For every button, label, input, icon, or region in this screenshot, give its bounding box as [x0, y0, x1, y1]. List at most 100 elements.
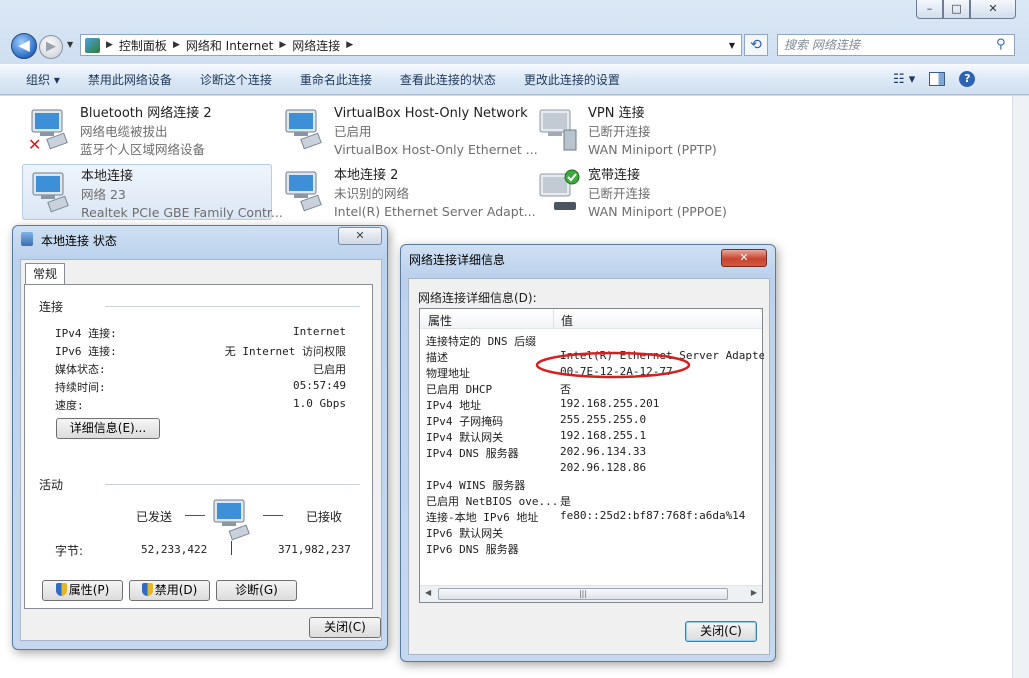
network-connection-details-dialog: 网络连接详细信息 ✕ 网络连接详细信息(D): 属性 值 连接特定的 DNS 后… — [400, 244, 776, 662]
section-activity-label: 活动 — [39, 478, 64, 492]
column-header-property[interactable]: 属性 — [428, 312, 452, 329]
media-state-value: 已启用 — [313, 363, 346, 376]
connection-broadband[interactable]: 宽带连接 已断开连接 WAN Miniport (PPPOE) — [530, 164, 780, 220]
diagnose-button[interactable]: 诊断(G) — [216, 580, 297, 601]
detail-property: IPv6 DNS 服务器 — [426, 543, 519, 556]
vpn-icon — [539, 109, 577, 151]
connection-name: 本地连接 — [81, 169, 134, 184]
detail-property: 描述 — [426, 351, 448, 364]
breadcrumb-network-connections[interactable]: 网络连接 — [292, 37, 340, 54]
bytes-received-value: 371,982,237 — [278, 543, 351, 556]
scroll-right-icon[interactable]: ▶ — [751, 588, 757, 597]
connection-status: 网络电缆被拔出 — [80, 124, 168, 139]
maximize-button[interactable]: □ — [943, 0, 970, 19]
command-bar: 组织 ▾ 禁用此网络设备 诊断这个连接 重命名此连接 查看此连接的状态 更改此连… — [0, 64, 1029, 95]
breadcrumb-separator-icon[interactable]: ▶ — [173, 40, 180, 50]
ipv6-connectivity-label: IPv6 连接: — [55, 345, 117, 358]
network-activity-icon — [213, 499, 250, 541]
connection-local[interactable]: 本地连接 网络 23 Realtek PCIe GBE Family Contr… — [22, 164, 283, 220]
connection-local-2[interactable]: 本地连接 2 未识别的网络 Intel(R) Ethernet Server A… — [276, 164, 536, 220]
duration-label: 持续时间: — [55, 381, 106, 394]
column-header-value[interactable]: 值 — [561, 312, 573, 329]
connection-virtualbox[interactable]: VirtualBox Host-Only Network 已启用 Virtual… — [276, 102, 538, 158]
change-settings-button[interactable]: 更改此连接的设置 — [510, 71, 634, 88]
sent-label: 已发送 — [136, 510, 173, 524]
breadcrumb-separator-icon[interactable]: ▶ — [346, 40, 353, 50]
scroll-left-icon[interactable]: ◀ — [425, 588, 431, 597]
diagnose-connection-button[interactable]: 诊断这个连接 — [186, 71, 286, 88]
breadcrumb-separator-icon[interactable]: ▶ — [279, 40, 286, 50]
disable-device-button[interactable]: 禁用此网络设备 — [74, 71, 186, 88]
detail-property: IPv4 WINS 服务器 — [426, 479, 526, 492]
uac-shield-icon — [141, 583, 153, 596]
detail-property: 物理地址 — [426, 367, 470, 380]
close-window-button[interactable]: ✕ — [970, 0, 1016, 19]
details-list[interactable]: 属性 值 连接特定的 DNS 后缀 描述 Intel(R) Ethernet Ser… — [419, 308, 764, 603]
details-button[interactable]: 详细信息(E)... — [56, 418, 160, 439]
back-button[interactable]: ◀ — [11, 33, 37, 59]
highlight-ellipse — [535, 351, 691, 379]
close-icon[interactable]: ✕ — [721, 249, 767, 267]
view-status-button[interactable]: 查看此连接的状态 — [386, 71, 510, 88]
detail-value: 否 — [560, 383, 571, 396]
scroll-thumb[interactable]: ||| — [438, 588, 728, 600]
properties-button[interactable]: 属性(P) — [42, 580, 123, 601]
tab-general[interactable]: 常规 — [25, 263, 65, 285]
connection-device: WAN Miniport (PPPOE) — [588, 204, 727, 219]
detail-property: IPv4 默认网关 — [426, 431, 504, 444]
help-icon[interactable]: ? — [959, 71, 976, 87]
rename-connection-button[interactable]: 重命名此连接 — [286, 71, 386, 88]
network-adapter-icon — [285, 109, 322, 150]
connection-status: 已断开连接 — [588, 124, 651, 139]
list-header: 属性 值 — [420, 309, 762, 329]
column-separator[interactable] — [553, 309, 554, 329]
address-bar[interactable]: ▶ 控制面板 ▶ 网络和 Internet ▶ 网络连接 ▶ ▼ — [80, 34, 742, 56]
connection-status: 未识别的网络 — [334, 186, 410, 201]
search-icon[interactable]: ⚲ — [996, 37, 1010, 52]
speed-value: 1.0 Gbps — [293, 397, 346, 410]
history-dropdown-icon[interactable]: ▼ — [67, 40, 73, 49]
disable-button-label: 禁用(D) — [154, 583, 198, 597]
detail-property: 连接-本地 IPv6 地址 — [426, 511, 539, 524]
close-button[interactable]: 关闭(C) — [309, 617, 381, 638]
detail-value: 192.168.255.201 — [560, 397, 660, 410]
connection-vpn[interactable]: VPN 连接 已断开连接 WAN Miniport (PPTP) — [530, 102, 780, 158]
svg-text:✕: ✕ — [28, 135, 41, 152]
preview-pane-icon[interactable] — [929, 72, 946, 86]
received-line — [263, 515, 283, 516]
search-input[interactable]: 搜索 网络连接 — [777, 34, 1015, 56]
organize-menu[interactable]: 组织 ▾ — [0, 71, 74, 88]
change-view-icon[interactable]: ☷ ▾ — [893, 72, 915, 87]
detail-value: 192.168.255.1 — [560, 429, 647, 442]
dialog-title: 网络连接详细信息 — [409, 253, 506, 267]
refresh-icon[interactable]: ⟲ — [744, 34, 768, 56]
disable-button[interactable]: 禁用(D) — [129, 580, 210, 601]
section-connection-label: 连接 — [39, 300, 64, 314]
close-icon[interactable]: ✕ — [338, 227, 382, 245]
properties-button-label: 属性(P) — [68, 583, 110, 597]
forward-button[interactable]: ▶ — [39, 35, 63, 59]
close-button[interactable]: 关闭(C) — [685, 621, 757, 642]
minimize-button[interactable]: – — [916, 0, 943, 19]
detail-property: 已启用 NetBIOS ove... — [426, 495, 559, 508]
connection-bluetooth[interactable]: ✕ Bluetooth 网络连接 2 网络电缆被拔出 蓝牙个人区域网络设备 — [22, 102, 272, 158]
connection-name: 宽带连接 — [588, 168, 641, 183]
vertical-scrollbar[interactable] — [1012, 96, 1029, 678]
breadcrumb-separator-icon[interactable]: ▶ — [106, 40, 113, 50]
details-caption: 网络连接详细信息(D): — [418, 291, 537, 305]
detail-value: 255.255.255.0 — [560, 413, 647, 426]
ipv4-connectivity-value: Internet — [293, 325, 346, 338]
connection-name: Bluetooth 网络连接 2 — [80, 106, 212, 121]
media-state-label: 媒体状态: — [55, 363, 106, 376]
address-dropdown-icon[interactable]: ▼ — [729, 41, 735, 50]
connection-name: 本地连接 2 — [334, 168, 399, 183]
network-adapter-icon — [32, 172, 69, 213]
breadcrumb-control-panel[interactable]: 控制面板 — [119, 37, 167, 54]
network-adapter-icon — [285, 171, 322, 212]
detail-property: IPv6 默认网关 — [426, 527, 504, 540]
horizontal-scrollbar[interactable]: ◀ ||| ▶ — [420, 585, 762, 602]
network-adapter-disconnected-icon: ✕ — [28, 109, 68, 152]
connection-device: WAN Miniport (PPTP) — [588, 142, 717, 157]
bytes-sent-value: 52,233,422 — [141, 543, 208, 556]
breadcrumb-network-internet[interactable]: 网络和 Internet — [186, 37, 273, 54]
